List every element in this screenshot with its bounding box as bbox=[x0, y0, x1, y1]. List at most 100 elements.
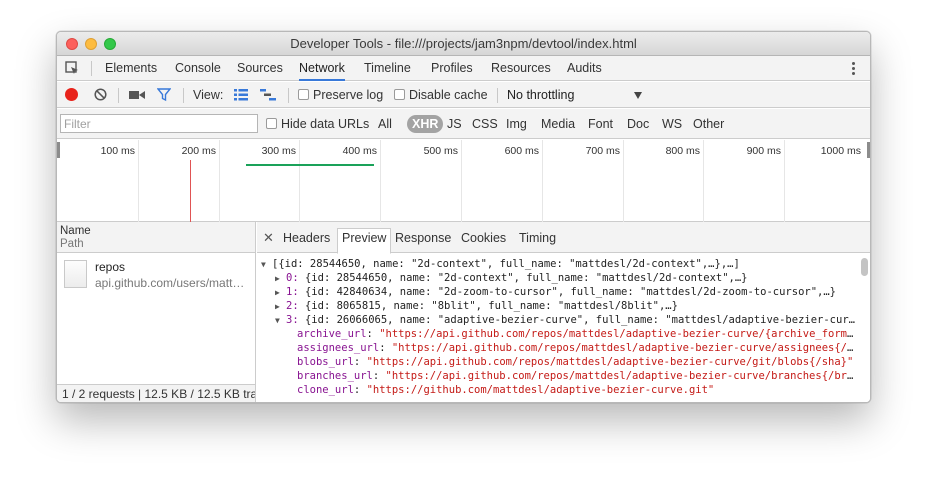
json-preview: ▼ [{id: 28544650, name: "2d-context", ful… bbox=[257, 253, 857, 402]
window-title: Developer Tools - file:///projects/jam3n… bbox=[290, 36, 637, 51]
toolbar-separator bbox=[183, 88, 184, 103]
filter-bar: Hide data URLs All XHR JS CSS Img Media … bbox=[57, 109, 870, 139]
tab-audits[interactable]: Audits bbox=[567, 56, 602, 81]
grid-line bbox=[299, 140, 300, 222]
overview-right-handle[interactable] bbox=[867, 142, 870, 158]
tab-cookies[interactable]: Cookies bbox=[457, 229, 510, 253]
request-row[interactable]: repos api.github.com/users/mattdesl bbox=[57, 253, 255, 293]
collapsed-triangle-icon[interactable]: ▶ bbox=[275, 300, 286, 313]
path-column-label: Path bbox=[60, 238, 84, 250]
filter-type-doc[interactable]: Doc bbox=[627, 109, 649, 139]
more-options-icon[interactable] bbox=[852, 62, 856, 76]
view-label: View: bbox=[193, 88, 224, 102]
chevron-down-icon[interactable] bbox=[634, 92, 642, 99]
json-item-summary: {id: 26066065, name: "adaptive-bezier-cu… bbox=[304, 314, 857, 326]
preserve-log-toggle[interactable]: Preserve log bbox=[298, 82, 383, 108]
close-window-button[interactable] bbox=[66, 38, 78, 50]
filter-type-js[interactable]: JS bbox=[447, 109, 462, 139]
record-button[interactable] bbox=[65, 88, 78, 101]
json-item-line[interactable]: ▼ 3: {id: 26066065, name: "adaptive-bezie… bbox=[257, 313, 857, 327]
tab-sources[interactable]: Sources bbox=[237, 56, 283, 81]
capture-screenshots-icon[interactable] bbox=[129, 89, 145, 101]
json-property-key: branches_url bbox=[297, 370, 373, 382]
json-property-key: blobs_url bbox=[297, 356, 354, 368]
filter-type-all[interactable]: All bbox=[378, 109, 392, 139]
filter-type-font[interactable]: Font bbox=[588, 109, 613, 139]
preserve-log-checkbox[interactable] bbox=[298, 89, 309, 100]
grid-line bbox=[138, 140, 139, 222]
json-property-line[interactable]: archive_url: "https://api.github.com/rep… bbox=[257, 327, 857, 341]
preview-scrollbar-thumb[interactable] bbox=[861, 258, 868, 276]
tab-timeline[interactable]: Timeline bbox=[364, 56, 411, 81]
filter-icon[interactable] bbox=[156, 88, 172, 102]
json-item-line[interactable]: ▶ 1: {id: 42840634, name: "2d-zoom-to-cur… bbox=[257, 285, 857, 299]
filter-type-other[interactable]: Other bbox=[693, 109, 724, 139]
tab-response[interactable]: Response bbox=[391, 229, 455, 253]
tab-profiles[interactable]: Profiles bbox=[431, 56, 473, 81]
filter-type-ws[interactable]: WS bbox=[662, 109, 682, 139]
json-property-line[interactable]: blobs_url: "https://api.github.com/repos… bbox=[257, 355, 857, 369]
json-property-key: clone_url bbox=[297, 384, 354, 396]
json-item-line[interactable]: ▶ 0: {id: 28544650, name: "2d-context", f… bbox=[257, 271, 857, 285]
filter-type-img[interactable]: Img bbox=[506, 109, 527, 139]
collapsed-triangle-icon[interactable]: ▶ bbox=[275, 272, 286, 285]
json-item-summary: {id: 28544650, name: "2d-context", full_… bbox=[304, 272, 748, 284]
network-overview[interactable]: 100 ms 200 ms 300 ms 400 ms 500 ms 600 m… bbox=[57, 140, 870, 222]
json-item-line[interactable]: ▶ 2: {id: 8065815, name: "8blit", full_na… bbox=[257, 299, 857, 313]
json-property-line[interactable]: clone_url: "https://github.com/mattdesl/… bbox=[257, 383, 857, 397]
waterfall-view-icon[interactable] bbox=[260, 89, 276, 101]
network-toolbar: View: Preserve log Disable cache No thro… bbox=[57, 82, 870, 108]
grid-line bbox=[219, 140, 220, 222]
tab-elements[interactable]: Elements bbox=[105, 56, 157, 81]
tick-label: 500 ms bbox=[423, 145, 458, 157]
request-name: repos bbox=[95, 260, 126, 274]
json-property-line[interactable]: assignees_url: "https://api.github.com/r… bbox=[257, 341, 857, 355]
document-icon bbox=[64, 260, 87, 288]
minimize-window-button[interactable] bbox=[85, 38, 97, 50]
tab-timing[interactable]: Timing bbox=[515, 229, 560, 253]
expanded-triangle-icon[interactable]: ▼ bbox=[275, 314, 286, 327]
json-root-line[interactable]: ▼ [{id: 28544650, name: "2d-context", ful… bbox=[257, 257, 857, 271]
inspect-element-icon[interactable] bbox=[65, 61, 79, 75]
tab-headers[interactable]: Headers bbox=[279, 229, 334, 253]
maximize-window-button[interactable] bbox=[104, 38, 116, 50]
filter-type-media[interactable]: Media bbox=[541, 109, 575, 139]
tick-label: 800 ms bbox=[665, 145, 700, 157]
hide-data-urls-toggle[interactable]: Hide data URLs bbox=[266, 109, 369, 139]
list-view-icon[interactable] bbox=[234, 89, 248, 101]
tick-label: 400 ms bbox=[342, 145, 377, 157]
devtools-window: Developer Tools - file:///projects/jam3n… bbox=[56, 31, 871, 403]
toolbar-separator bbox=[497, 88, 498, 103]
close-detail-icon[interactable]: ✕ bbox=[263, 230, 274, 246]
requests-pane: Name Path repos api.github.com/users/mat… bbox=[57, 222, 256, 402]
overview-left-handle[interactable] bbox=[57, 142, 60, 158]
disable-cache-label: Disable cache bbox=[409, 88, 488, 102]
grid-line bbox=[703, 140, 704, 222]
tab-network[interactable]: Network bbox=[299, 56, 345, 81]
json-item-index: 3: bbox=[286, 314, 299, 326]
filter-input[interactable] bbox=[60, 114, 258, 133]
tick-label: 300 ms bbox=[261, 145, 296, 157]
name-column-header[interactable]: Name Path bbox=[57, 222, 255, 253]
grid-line bbox=[784, 140, 785, 222]
title-bar: Developer Tools - file:///projects/jam3n… bbox=[57, 32, 870, 56]
hide-data-urls-checkbox[interactable] bbox=[266, 118, 277, 129]
filter-type-xhr[interactable]: XHR bbox=[407, 115, 444, 133]
json-property-value: "https://api.github.com/repos/mattdesl/a… bbox=[391, 342, 857, 354]
disable-cache-checkbox[interactable] bbox=[394, 89, 405, 100]
disable-cache-toggle[interactable]: Disable cache bbox=[394, 82, 488, 108]
expanded-triangle-icon[interactable]: ▼ bbox=[261, 258, 272, 271]
json-item-index: 2: bbox=[286, 300, 299, 312]
clear-icon[interactable] bbox=[94, 88, 107, 101]
filter-type-css[interactable]: CSS bbox=[472, 109, 498, 139]
grid-line bbox=[542, 140, 543, 222]
tab-preview[interactable]: Preview bbox=[337, 228, 392, 254]
tab-separator bbox=[91, 61, 92, 76]
tick-label: 900 ms bbox=[746, 145, 781, 157]
tab-resources[interactable]: Resources bbox=[491, 56, 551, 81]
collapsed-triangle-icon[interactable]: ▶ bbox=[275, 286, 286, 299]
throttling-select[interactable]: No throttling bbox=[507, 82, 574, 108]
json-property-line[interactable]: branches_url: "https://api.github.com/re… bbox=[257, 369, 857, 383]
request-detail-pane: ✕ Headers Preview Response Cookies Timin… bbox=[257, 222, 870, 402]
tab-console[interactable]: Console bbox=[175, 56, 221, 81]
